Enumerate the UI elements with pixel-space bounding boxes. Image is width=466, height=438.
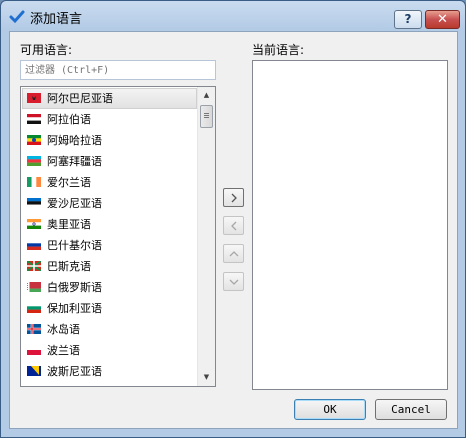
language-list-item[interactable]: 阿尔巴尼亚语 [22, 88, 197, 109]
move-up-button[interactable] [223, 244, 244, 263]
flag-india-icon [27, 219, 41, 229]
language-list-item[interactable]: 波兰语 [21, 340, 198, 361]
flag-ireland-icon [27, 177, 41, 187]
add-language-dialog: 添加语言 ? ✕ 可用语言: 阿尔巴尼亚语阿拉伯语阿姆哈拉语阿塞拜疆语爱尔兰语爱… [0, 0, 466, 438]
chevron-left-icon [231, 221, 237, 231]
language-list-item[interactable]: 波斯语 [21, 382, 198, 387]
ok-button[interactable]: OK [294, 399, 366, 420]
language-list-item[interactable]: 保加利亚语 [21, 298, 198, 319]
language-label: 冰岛语 [47, 323, 80, 336]
flag-bulgaria-icon [27, 303, 41, 313]
flag-ethiopia-icon [27, 135, 41, 145]
language-list-item[interactable]: 爱尔兰语 [21, 172, 198, 193]
language-list-item[interactable]: 阿塞拜疆语 [21, 151, 198, 172]
title-bar[interactable]: 添加语言 ? ✕ [1, 1, 465, 31]
language-list-item[interactable]: 巴斯克语 [21, 256, 198, 277]
language-label: 巴斯克语 [47, 260, 91, 273]
language-label: 白俄罗斯语 [47, 281, 102, 294]
current-languages-label: 当前语言: [252, 43, 305, 57]
flag-basque-icon [27, 261, 41, 271]
chevron-down-icon [229, 279, 239, 285]
available-languages-list[interactable]: 阿尔巴尼亚语 阿拉伯语阿姆哈拉语阿塞拜疆语爱尔兰语爱沙尼亚语奥里亚语巴什基尔语巴斯… [20, 86, 216, 387]
language-label: 波斯语 [47, 386, 80, 387]
scroll-down-arrow-icon[interactable]: ▼ [198, 369, 215, 386]
language-label: 阿塞拜疆语 [47, 155, 102, 168]
language-list-item[interactable]: 冰岛语 [21, 319, 198, 340]
add-language-button[interactable] [223, 188, 244, 207]
language-label: 波斯尼亚语 [47, 365, 102, 378]
flag-iceland-icon [27, 324, 41, 334]
vertical-scrollbar[interactable]: ▲ ▼ [197, 87, 215, 386]
flag-poland-icon [27, 345, 41, 355]
language-label: 巴什基尔语 [47, 239, 102, 252]
flag-egypt-icon [27, 114, 41, 124]
flag-russia-icon [27, 240, 41, 250]
scroll-thumb[interactable] [200, 105, 213, 128]
flag-estonia-icon [27, 198, 41, 208]
language-list-item[interactable]: 巴什基尔语 [21, 235, 198, 256]
chevron-up-icon [229, 251, 239, 257]
checkmark-icon [9, 10, 25, 24]
language-list-item[interactable]: 阿拉伯语 [21, 109, 198, 130]
help-button[interactable]: ? [394, 10, 422, 29]
window-title: 添加语言 [30, 12, 83, 27]
language-label: 阿姆哈拉语 [47, 134, 102, 147]
filter-input[interactable] [20, 60, 216, 80]
language-label: 阿拉伯语 [47, 113, 91, 126]
remove-language-button[interactable] [223, 216, 244, 235]
flag-bosnia-icon [27, 366, 41, 376]
flag-albania-icon [27, 93, 41, 103]
flag-azerbaijan-icon [27, 156, 41, 166]
language-list-item[interactable]: 白俄罗斯语 [21, 277, 198, 298]
available-languages-label: 可用语言: [20, 43, 73, 57]
move-down-button[interactable] [223, 272, 244, 291]
close-button[interactable]: ✕ [425, 10, 460, 29]
flag-belarus-icon [27, 282, 41, 292]
scroll-up-arrow-icon[interactable]: ▲ [198, 87, 215, 104]
current-languages-list[interactable] [252, 60, 448, 390]
language-label: 波兰语 [47, 344, 80, 357]
language-label: 爱沙尼亚语 [47, 197, 102, 210]
chevron-right-icon [231, 193, 237, 203]
language-label: 奥里亚语 [47, 218, 91, 231]
language-list-item[interactable]: 波斯尼亚语 [21, 361, 198, 382]
language-label: 保加利亚语 [47, 302, 102, 315]
language-list-item[interactable]: 爱沙尼亚语 [21, 193, 198, 214]
language-label: 阿尔巴尼亚语 [47, 92, 113, 105]
dialog-body: 可用语言: 阿尔巴尼亚语阿拉伯语阿姆哈拉语阿塞拜疆语爱尔兰语爱沙尼亚语奥里亚语巴… [9, 31, 458, 429]
cancel-button[interactable]: Cancel [375, 399, 447, 420]
language-label: 爱尔兰语 [47, 176, 91, 189]
language-list-item[interactable]: 阿姆哈拉语 [21, 130, 198, 151]
language-list-item[interactable]: 奥里亚语 [21, 214, 198, 235]
